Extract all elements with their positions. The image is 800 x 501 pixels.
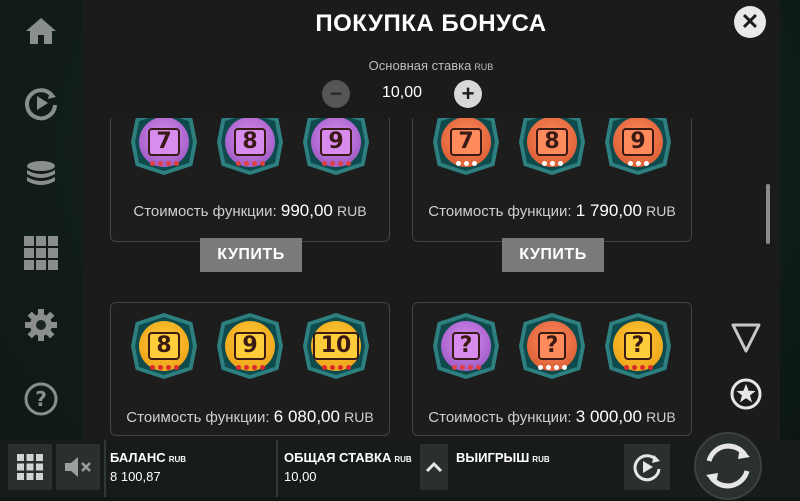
autoplay-button[interactable] xyxy=(624,444,670,490)
symbol-glyph: 9 xyxy=(234,332,266,360)
coin-stack-icon[interactable] xyxy=(22,156,60,194)
bonus-cards-list[interactable]: 7 8 9 Стоимость функции: 990,00 RUB КУПИ… xyxy=(82,118,780,440)
close-button[interactable]: ✕ xyxy=(734,6,766,38)
bonus-card: 7 8 9 Стоимость функции: 1 790,00 RUB xyxy=(412,118,692,242)
speaker-muted-icon xyxy=(65,457,91,477)
symbol-row: ? ? ? xyxy=(413,313,691,379)
symbol-tile: ? xyxy=(433,313,499,379)
stake-control: − 10,00 + xyxy=(322,80,482,110)
sidebar: ? xyxy=(0,0,82,440)
buy-button[interactable]: КУПИТЬ xyxy=(200,238,302,272)
symbol-glyph: 8 xyxy=(234,128,266,156)
stake-label: Основная ставка RUB xyxy=(82,58,780,73)
feature-cost: Стоимость функции: 990,00 RUB xyxy=(111,201,389,221)
symbol-glyph: 10 xyxy=(312,332,360,360)
symbol-row: 7 8 9 xyxy=(413,118,691,175)
chevron-up-icon xyxy=(425,461,443,473)
stake-currency: RUB xyxy=(474,62,494,72)
symbol-glyph: ? xyxy=(537,332,567,360)
gear-icon[interactable] xyxy=(22,306,60,344)
symbol-glyph: ? xyxy=(451,332,481,360)
total-bet-value: 10,00 xyxy=(284,469,317,484)
symbol-glyph: 7 xyxy=(148,128,180,156)
feature-cost: Стоимость функции: 6 080,00 RUB xyxy=(111,407,389,427)
cost-label: Стоимость функции: xyxy=(428,203,572,220)
symbol-row: 8 9 10 xyxy=(111,313,389,379)
feature-cost: Стоимость функции: 1 790,00 RUB xyxy=(413,201,691,221)
symbol-row: 7 8 9 xyxy=(111,118,389,175)
symbol-tile: 9 xyxy=(605,118,671,175)
symbol-tile: 8 xyxy=(131,313,197,379)
symbol-tile: 8 xyxy=(519,118,585,175)
mute-button[interactable] xyxy=(56,444,100,490)
home-icon[interactable] xyxy=(22,12,60,50)
total-bet-label: ОБЩАЯ СТАВКА RUB xyxy=(284,450,412,465)
minus-icon: − xyxy=(329,81,343,106)
balance-value: 8 100,87 xyxy=(110,469,161,484)
feature-cost: Стоимость функции: 3 000,00 RUB xyxy=(413,407,691,427)
total-bet-panel[interactable]: ОБЩАЯ СТАВКА RUB 10,00 xyxy=(276,440,420,497)
symbol-glyph: ? xyxy=(623,332,653,360)
shield-icon[interactable] xyxy=(728,320,764,356)
stake-label-text: Основная ставка xyxy=(368,58,472,73)
symbol-glyph: 8 xyxy=(536,128,568,156)
star-icon[interactable] xyxy=(728,376,764,412)
spin-icon xyxy=(694,431,762,500)
bonus-buy-modal: ПОКУПКА БОНУСА ✕ Основная ставка RUB − 10… xyxy=(82,0,780,440)
symbol-glyph: 9 xyxy=(622,128,654,156)
stake-increase-button[interactable]: + xyxy=(454,80,482,108)
scrollbar[interactable] xyxy=(766,184,770,244)
cost-currency: RUB xyxy=(344,409,374,425)
stake-decrease-button[interactable]: − xyxy=(322,80,350,108)
stake-value: 10,00 xyxy=(381,84,423,101)
buy-button[interactable]: КУПИТЬ xyxy=(502,238,604,272)
grid-icon xyxy=(17,454,43,480)
symbol-tile: 7 xyxy=(131,118,197,175)
symbol-tile: 9 xyxy=(303,118,369,175)
bonus-card: 8 9 10 Стоимость функции: 6 080,00 RUB xyxy=(110,302,390,436)
bonus-card: ? ? ? Стоимость функции: 3 000,00 RUB xyxy=(412,302,692,436)
cost-currency: RUB xyxy=(646,409,676,425)
win-panel: ВЫИГРЫШ RUB xyxy=(452,440,622,497)
win-label: ВЫИГРЫШ RUB xyxy=(456,450,550,465)
cost-currency: RUB xyxy=(646,203,676,219)
bet-expand-button[interactable] xyxy=(420,444,448,490)
help-icon[interactable]: ? xyxy=(22,380,60,418)
symbol-glyph: 8 xyxy=(148,332,180,360)
autoplay-icon xyxy=(633,454,661,482)
symbol-tile: ? xyxy=(519,313,585,379)
close-icon: ✕ xyxy=(740,9,760,34)
symbol-tile: 8 xyxy=(217,118,283,175)
cost-value: 3 000,00 xyxy=(575,407,642,426)
balance-panel: БАЛАНС RUB 8 100,87 xyxy=(104,440,276,497)
symbol-tile: 10 xyxy=(303,313,369,379)
modal-title: ПОКУПКА БОНУСА xyxy=(315,10,547,37)
cost-value: 990,00 xyxy=(280,201,333,220)
autoplay-icon[interactable] xyxy=(22,84,60,122)
grid-icon[interactable] xyxy=(22,234,60,272)
bonus-card: 7 8 9 Стоимость функции: 990,00 RUB xyxy=(110,118,390,242)
cost-currency: RUB xyxy=(337,203,367,219)
symbol-glyph: 7 xyxy=(450,128,482,156)
cost-label: Стоимость функции: xyxy=(133,203,277,220)
symbol-tile: ? xyxy=(605,313,671,379)
symbol-glyph: 9 xyxy=(320,128,352,156)
plus-icon: + xyxy=(461,81,475,106)
cost-label: Стоимость функции: xyxy=(428,409,572,426)
spin-button[interactable] xyxy=(690,431,766,500)
balance-label: БАЛАНС RUB xyxy=(110,450,187,465)
symbol-tile: 9 xyxy=(217,313,283,379)
cost-value: 6 080,00 xyxy=(273,407,340,426)
menu-grid-button[interactable] xyxy=(8,444,52,490)
svg-text:?: ? xyxy=(35,387,47,411)
symbol-tile: 7 xyxy=(433,118,499,175)
cost-label: Стоимость функции: xyxy=(126,409,270,426)
cost-value: 1 790,00 xyxy=(575,201,642,220)
